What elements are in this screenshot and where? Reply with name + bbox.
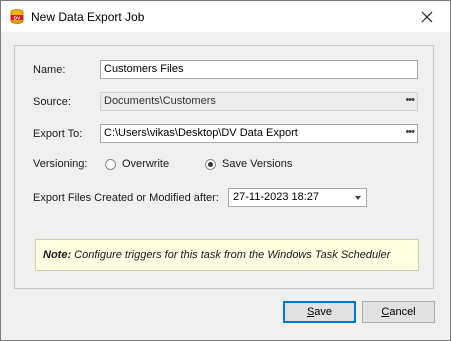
close-button[interactable] [404, 1, 450, 32]
overwrite-label[interactable]: Overwrite [122, 158, 169, 170]
svg-text:DV: DV [14, 15, 21, 20]
save-label-rest: ave [314, 306, 333, 318]
save-versions-label[interactable]: Save Versions [222, 158, 292, 170]
note-text: Configure triggers for this task from th… [71, 249, 391, 261]
source-browse-icon[interactable]: ••• [405, 93, 415, 107]
chevron-down-icon[interactable] [355, 196, 361, 200]
overwrite-radio[interactable] [105, 159, 116, 170]
window-title: New Data Export Job [31, 10, 145, 24]
cancel-label-rest: ancel [389, 306, 416, 318]
modified-after-datetime-picker[interactable]: 27-11-2023 18:27 [228, 188, 367, 207]
close-icon [421, 11, 433, 22]
export-to-field[interactable]: C:\Users\vikas\Desktop\DV Data Export ••… [100, 124, 418, 143]
dv-app-icon: DV [10, 9, 24, 24]
job-settings-panel: Name: Customers Files Source: Documents\… [14, 45, 434, 289]
scheduler-note: Note: Configure triggers for this task f… [35, 239, 419, 271]
name-label: Name: [33, 64, 66, 76]
save-button[interactable]: Save [283, 301, 356, 323]
modified-after-value: 27-11-2023 18:27 [233, 191, 320, 203]
export-to-value: C:\Users\vikas\Desktop\DV Data Export [104, 127, 298, 139]
cancel-button[interactable]: Cancel [362, 301, 435, 323]
export-to-browse-icon[interactable]: ••• [405, 125, 415, 139]
export-job-dialog: DV New Data Export Job Name: Customers F… [0, 0, 451, 341]
note-prefix: Note: [43, 249, 72, 261]
save-versions-radio[interactable] [205, 159, 216, 170]
name-input[interactable]: Customers Files [100, 60, 418, 79]
versioning-label: Versioning: [33, 158, 88, 170]
source-value: Documents\Customers [104, 95, 216, 107]
source-field[interactable]: Documents\Customers ••• [100, 92, 418, 111]
modified-after-label: Export Files Created or Modified after: [33, 192, 219, 204]
source-label: Source: [33, 96, 71, 108]
export-to-label: Export To: [33, 128, 83, 140]
title-bar: DV New Data Export Job [1, 1, 450, 32]
